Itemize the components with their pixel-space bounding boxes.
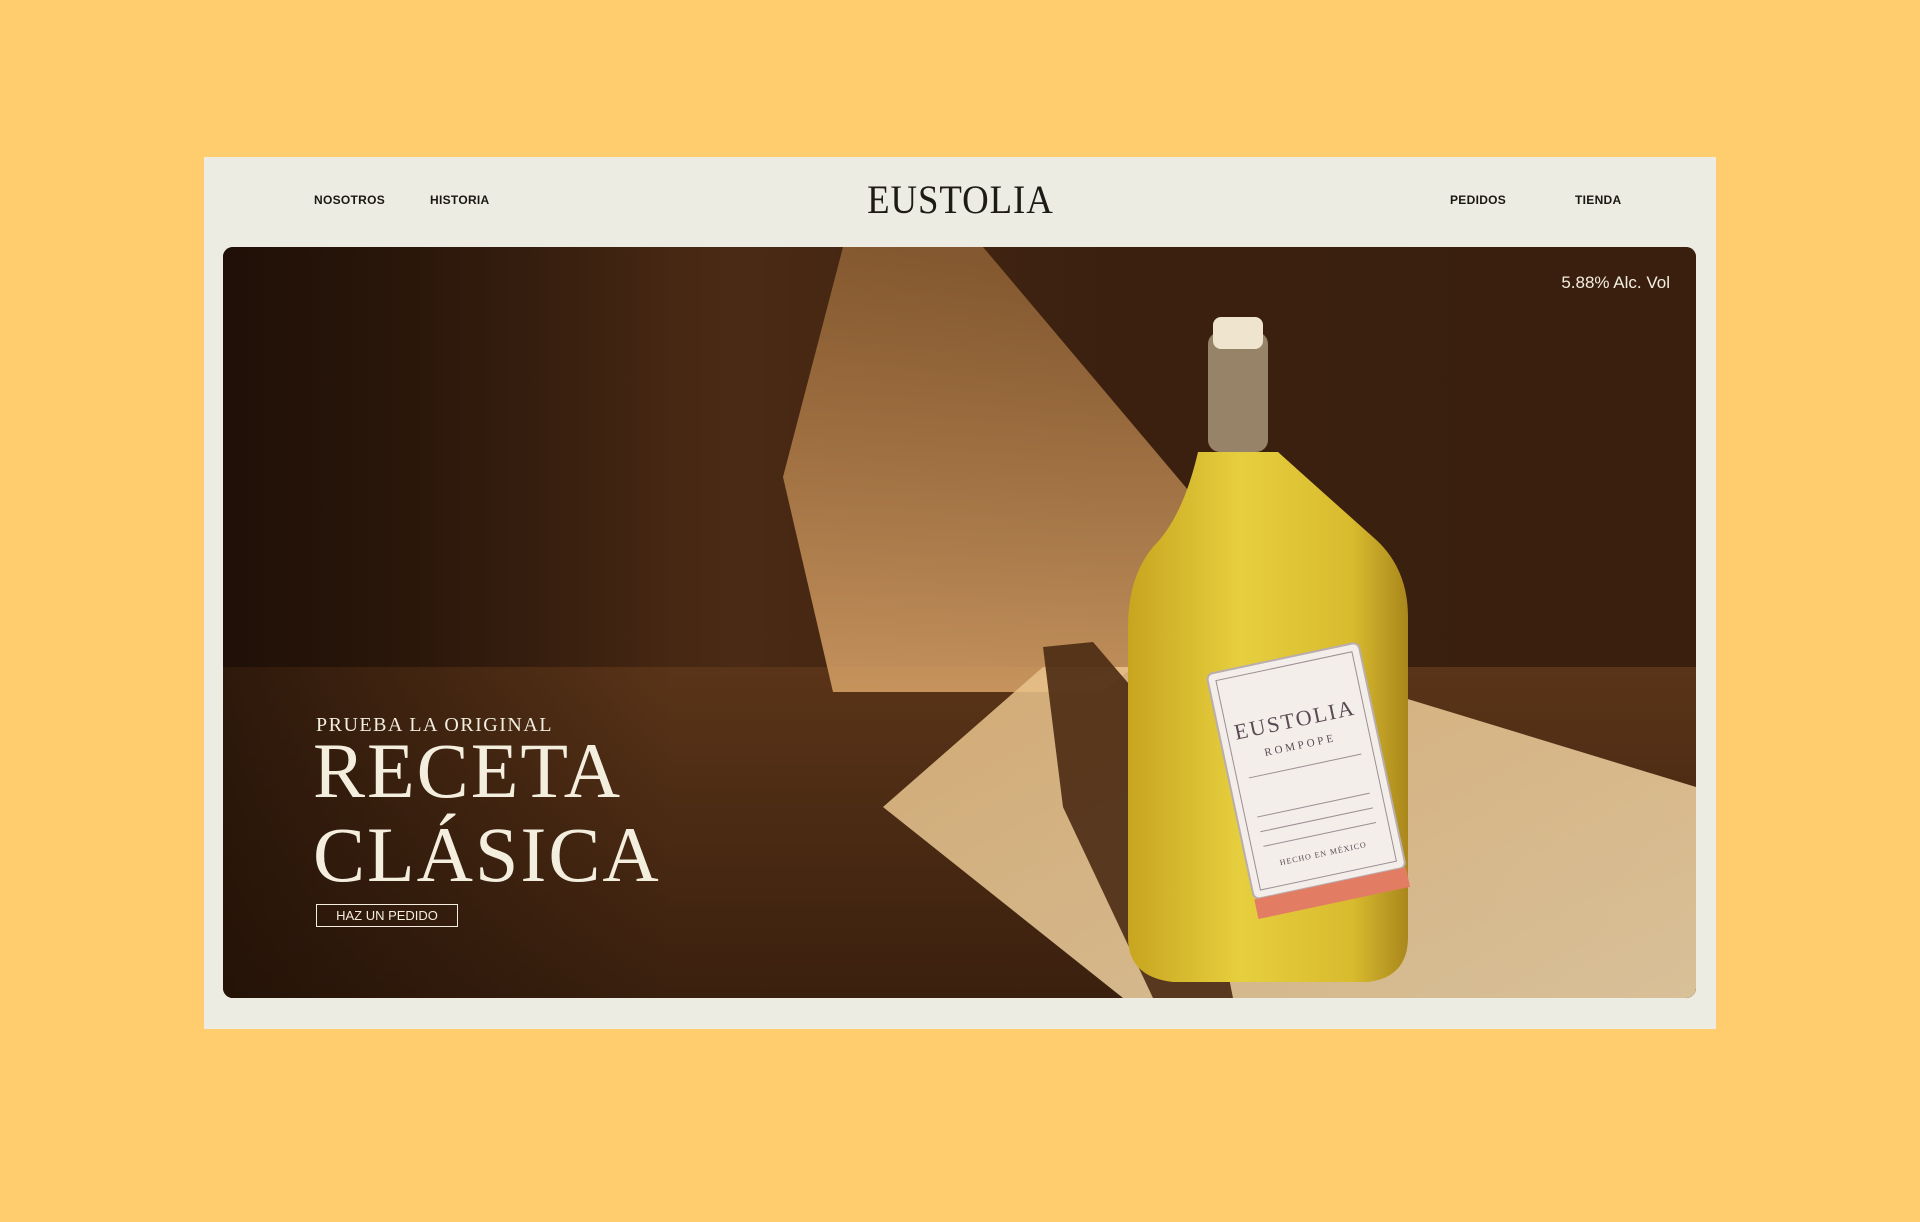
hero-headline-line-1: RECETA [313,727,623,814]
order-button[interactable]: HAZ UN PEDIDO [316,904,458,927]
hero-headline: RECETA CLÁSICA [313,729,661,897]
brand-logo-text: EUSTOLIA [866,177,1054,222]
website-frame: NOSOTROS HISTORIA EUSTOLIA PEDIDOS TIEND… [204,157,1716,1029]
nav-link-pedidos[interactable]: PEDIDOS [1450,193,1506,207]
hero-headline-line-2: CLÁSICA [313,811,661,898]
nav-link-tienda[interactable]: TIENDA [1575,193,1621,207]
alcohol-content-label: 5.88% Alc. Vol [1561,273,1670,292]
top-nav: NOSOTROS HISTORIA EUSTOLIA PEDIDOS TIEND… [204,157,1716,247]
hero-banner: EUSTOLIA ROMPOPE HECHO EN MÉXICO 5.88% A… [223,247,1696,998]
